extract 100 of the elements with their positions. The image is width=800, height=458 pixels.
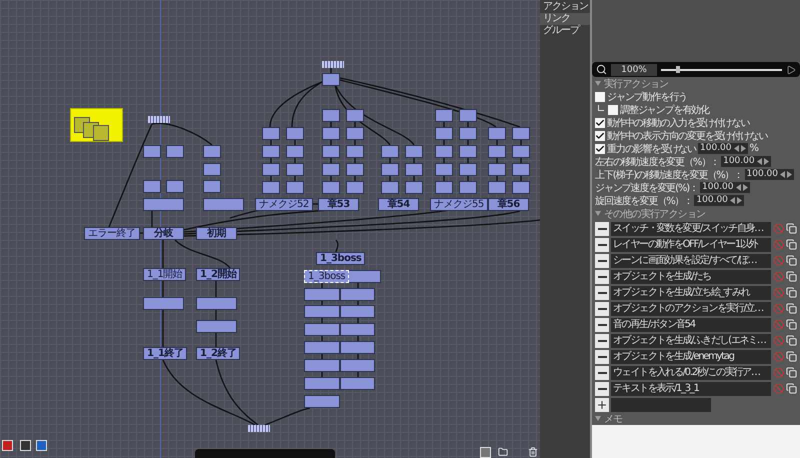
graph-node[interactable]	[203, 198, 244, 211]
graph-node[interactable]	[143, 145, 161, 158]
graph-node[interactable]	[459, 181, 477, 194]
add-button[interactable]	[595, 398, 609, 412]
graph-node[interactable]	[435, 181, 453, 194]
action-entry[interactable]: オブジェクトを生成/たち	[611, 270, 771, 284]
graph-node[interactable]	[405, 163, 423, 176]
checkbox[interactable]	[595, 144, 605, 154]
graph-node[interactable]	[304, 305, 340, 318]
graph-node[interactable]	[143, 180, 161, 193]
action-entry[interactable]: 音の再生/ボタン音54	[611, 318, 771, 332]
graph-node[interactable]: ナメクジ52	[255, 198, 313, 211]
graph-node[interactable]: 1_1開始	[143, 268, 186, 281]
graph-node[interactable]	[346, 163, 364, 176]
graph-node[interactable]	[381, 145, 399, 158]
graph-node[interactable]	[322, 109, 340, 122]
graph-node[interactable]	[340, 288, 375, 301]
graph-node[interactable]	[512, 163, 530, 176]
record-icon[interactable]	[2, 440, 13, 451]
graph-node[interactable]	[459, 145, 477, 158]
graph-node[interactable]	[286, 181, 304, 194]
copy-icon[interactable]	[786, 335, 797, 346]
graph-node[interactable]	[196, 320, 237, 333]
checkbox[interactable]	[595, 92, 605, 102]
graph-node[interactable]	[166, 145, 184, 158]
node-tag[interactable]	[148, 116, 170, 123]
remove-button[interactable]	[595, 350, 609, 364]
graph-node[interactable]	[405, 145, 423, 158]
graph-node[interactable]: 分岐	[143, 227, 184, 240]
checkbox[interactable]	[608, 104, 618, 114]
spin-arrows-icon[interactable]	[780, 171, 792, 178]
graph-node[interactable]	[304, 288, 340, 301]
remove-button[interactable]	[595, 238, 609, 252]
graph-node[interactable]	[262, 181, 280, 194]
remove-button[interactable]	[595, 366, 609, 380]
graph-node[interactable]	[512, 127, 530, 140]
remove-button[interactable]	[595, 318, 609, 332]
graph-node[interactable]	[512, 181, 530, 194]
number-field[interactable]: 100.00	[721, 156, 771, 167]
graph-node[interactable]	[459, 109, 477, 122]
search-icon[interactable]	[596, 64, 607, 75]
graph-node[interactable]: 1_3boss	[304, 270, 350, 283]
graph-node[interactable]	[304, 395, 340, 408]
graph-node[interactable]	[322, 145, 340, 158]
graph-node[interactable]	[512, 145, 530, 158]
graph-node[interactable]	[340, 323, 375, 336]
copy-icon[interactable]	[786, 239, 797, 250]
graph-node[interactable]	[143, 297, 184, 310]
section-header[interactable]: その他の実行アクション	[595, 207, 797, 220]
remove-button[interactable]	[595, 334, 609, 348]
graph-node[interactable]	[286, 145, 304, 158]
graph-node[interactable]	[203, 163, 221, 176]
graph-node[interactable]: 1_2開始	[196, 268, 240, 281]
spin-arrows-icon[interactable]	[736, 184, 748, 191]
spin-arrows-icon[interactable]	[730, 197, 742, 204]
action-entry[interactable]: オブジェクトを生成/ふきだし(エネミ…	[611, 334, 771, 348]
graph-node[interactable]	[262, 145, 280, 158]
copy-icon[interactable]	[786, 287, 797, 298]
play-icon[interactable]	[786, 64, 796, 74]
node-canvas[interactable]: エラー終了 分岐 初期 1_1開始 1_2開始 1_1終了 1_2終了 ナメクジ52 章53 章54 ナメクジ55 章56 1_3boss 1_3boss	[0, 0, 540, 458]
graph-node[interactable]	[304, 341, 340, 354]
copy-icon[interactable]	[786, 255, 797, 266]
remove-button[interactable]	[595, 270, 609, 284]
number-field[interactable]: 100.00	[694, 195, 744, 206]
spin-arrows-icon[interactable]	[756, 158, 769, 165]
graph-node[interactable]	[340, 341, 375, 354]
tree-item[interactable]: アクション	[540, 1, 590, 13]
graph-node[interactable]	[322, 163, 340, 176]
graph-node[interactable]	[488, 163, 506, 176]
graph-node[interactable]	[143, 198, 184, 211]
graph-node[interactable]	[286, 163, 304, 176]
checkbox[interactable]	[595, 118, 605, 128]
action-entry[interactable]: シーンに画面効果を設定/すべて/ぼ…	[611, 254, 771, 268]
graph-node[interactable]	[203, 145, 221, 158]
number-field[interactable]: 100.00	[700, 182, 750, 193]
graph-node[interactable]	[322, 181, 340, 194]
tree-item[interactable]: リンク	[540, 13, 590, 25]
graph-node[interactable]	[340, 377, 375, 390]
graph-node[interactable]: 章56	[488, 198, 529, 211]
graph-node[interactable]	[346, 127, 364, 140]
graph-node[interactable]: 1_3boss	[316, 252, 366, 265]
tree-item[interactable]: グループ	[540, 25, 590, 37]
graph-node[interactable]	[340, 305, 375, 318]
graph-node[interactable]: ナメクジ55	[430, 198, 488, 211]
copy-icon[interactable]	[786, 367, 797, 378]
graph-node[interactable]	[405, 181, 423, 194]
graph-node[interactable]	[346, 270, 381, 283]
number-field[interactable]: 100.00	[744, 169, 794, 180]
action-entry[interactable]: オブジェクトを生成/立ち絵_すみれ	[611, 286, 771, 300]
graph-node[interactable]	[196, 297, 237, 310]
new-action-field[interactable]	[611, 398, 711, 412]
graph-node[interactable]	[322, 127, 340, 140]
action-entry[interactable]: ウェイトを入れる/0.2秒/この実行ア…	[611, 366, 771, 380]
graph-node[interactable]	[435, 127, 453, 140]
copy-icon[interactable]	[786, 319, 797, 330]
action-entry[interactable]: オブジェクトを生成/enemytag	[611, 350, 771, 364]
section-header[interactable]: 実行アクション	[595, 77, 797, 90]
graph-node[interactable]: 章53	[318, 198, 359, 211]
graph-node[interactable]: 章54	[378, 198, 419, 211]
graph-node[interactable]	[435, 163, 453, 176]
